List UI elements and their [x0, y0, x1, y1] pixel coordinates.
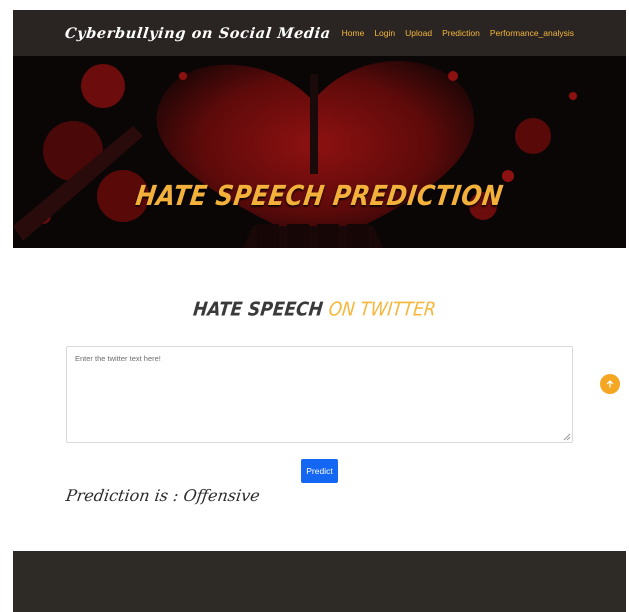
resize-grip-icon[interactable] — [563, 433, 571, 441]
nav-home[interactable]: Home — [342, 28, 365, 38]
section-title: HATE SPEECH ON TWITTER — [0, 299, 629, 321]
page: Cyberbullying on Social Media Home Login… — [0, 0, 629, 612]
brand-title[interactable]: Cyberbullying on Social Media — [64, 25, 332, 42]
nav-login[interactable]: Login — [374, 28, 395, 38]
navbar: Cyberbullying on Social Media Home Login… — [13, 10, 626, 56]
hero-background-art — [13, 56, 626, 248]
prediction-result: Prediction is : Offensive — [64, 486, 262, 505]
scroll-to-top-button[interactable] — [600, 374, 620, 394]
twitter-text-input[interactable] — [66, 346, 573, 443]
nav-prediction[interactable]: Prediction — [442, 28, 480, 38]
predict-button[interactable]: Predict — [301, 459, 338, 483]
footer — [13, 551, 626, 612]
main-nav: Home Login Upload Prediction Performance… — [342, 28, 574, 38]
arrow-up-icon — [606, 380, 614, 388]
section-title-primary: HATE SPEECH — [192, 298, 330, 322]
section-title-accent: ON TWITTER — [327, 298, 437, 322]
hero-title: HATE SPEECH PREDICTION — [133, 179, 506, 213]
hero-banner: HATE SPEECH PREDICTION — [13, 56, 626, 248]
nav-performance-analysis[interactable]: Performance_analysis — [490, 28, 574, 38]
nav-upload[interactable]: Upload — [405, 28, 432, 38]
